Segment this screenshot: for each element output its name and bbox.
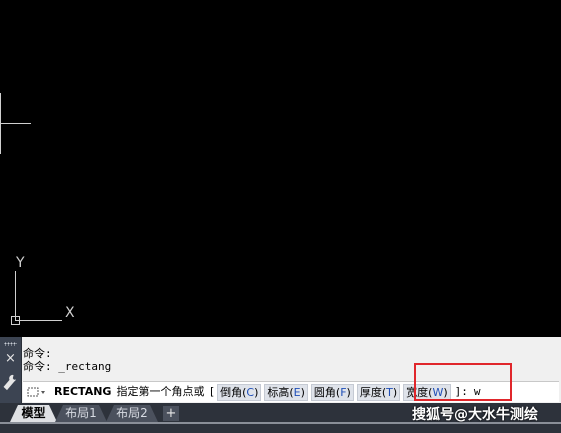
grip-icon[interactable] [4, 342, 17, 346]
option-close: ) [300, 385, 305, 399]
command-keyword: RECTANG [54, 385, 112, 398]
option-key: E [293, 385, 301, 399]
command-prompt-text: 指定第一个角点或 [116, 385, 205, 398]
ucs-y-label: Y [16, 255, 25, 271]
tab-layout1[interactable]: 布局1 [55, 405, 107, 422]
wrench-icon[interactable] [3, 373, 18, 391]
options-open-bracket: [ [208, 385, 216, 398]
watermark: 搜狐号@大水牛测绘 [412, 407, 538, 423]
tab-layout2[interactable]: 布局2 [106, 405, 158, 422]
option-key: T [386, 385, 393, 399]
option-close: ) [346, 385, 351, 399]
ucs-x-label: X [65, 305, 75, 321]
option-thickness[interactable]: 厚度(T) [356, 383, 401, 401]
add-layout-button[interactable]: + [163, 406, 179, 421]
drawing-canvas[interactable]: Y X [0, 0, 561, 337]
option-elevation[interactable]: 标高(E) [264, 383, 308, 401]
option-fillet[interactable]: 圆角(F) [310, 383, 354, 401]
option-label: 圆角( [313, 385, 341, 399]
option-label: 厚度( [359, 385, 387, 399]
option-label: 倒角( [220, 385, 247, 399]
tab-model[interactable]: 模型 [10, 405, 57, 422]
close-palette-button[interactable]: × [3, 351, 18, 366]
option-key: C [246, 385, 255, 399]
palette-handle[interactable]: × [0, 337, 22, 403]
history-line: 命令: [23, 347, 52, 360]
command-select-icon[interactable] [26, 385, 48, 399]
option-close: ) [392, 385, 398, 399]
highlight-box [414, 363, 512, 401]
option-chamfer[interactable]: 倒角(C) [217, 383, 262, 401]
option-label: 标高( [267, 385, 294, 399]
option-close: ) [254, 385, 259, 399]
ucs-origin-square [11, 316, 20, 325]
